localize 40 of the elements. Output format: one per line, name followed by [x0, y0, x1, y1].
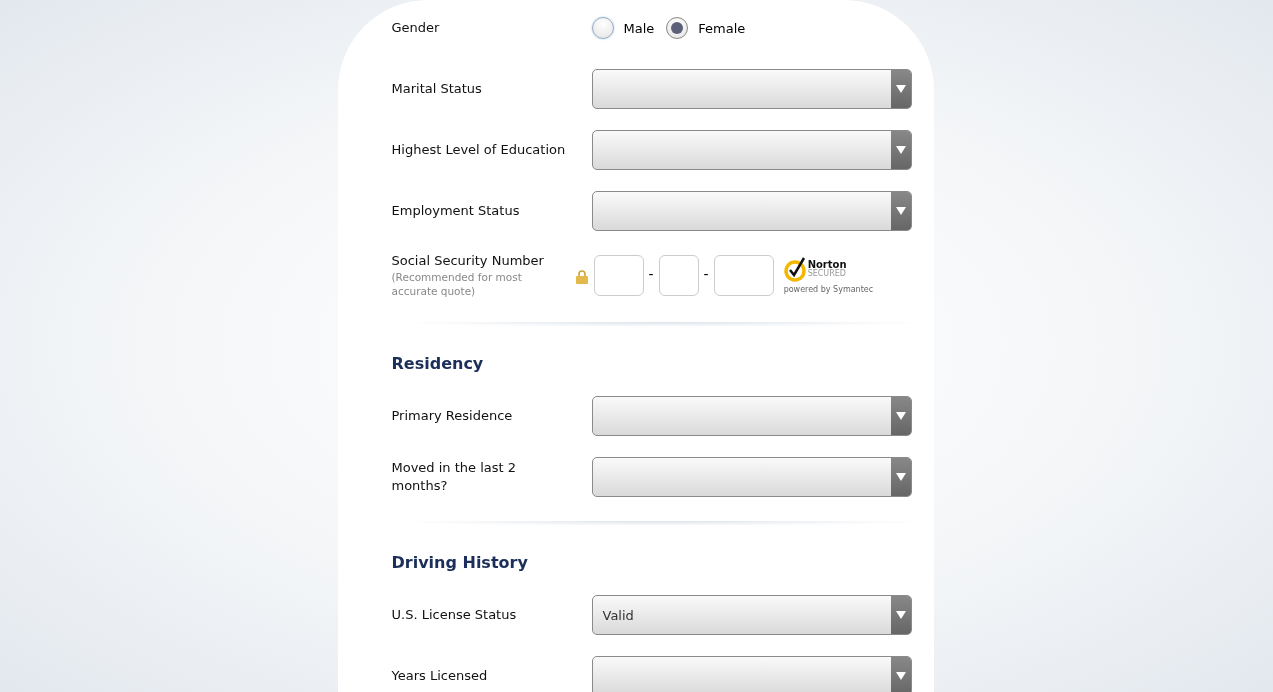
caret-icon — [895, 473, 906, 481]
caret-icon — [895, 611, 906, 619]
section-heading: Residency — [391, 355, 485, 373]
section-heading: Driving History — [391, 554, 529, 572]
caret-icon — [895, 146, 906, 154]
field-label: Marital Status — [391, 80, 483, 98]
badge-name: Norton — [807, 259, 847, 270]
field-label: Employment Status — [391, 202, 521, 220]
dropdown[interactable] — [591, 457, 912, 497]
hint-text: (Recommended for most accurate quote) — [391, 270, 523, 298]
badge-tagline: SECURED — [807, 270, 847, 279]
dropdown[interactable] — [591, 191, 912, 231]
check-icon — [783, 256, 808, 282]
input-field[interactable] — [658, 255, 699, 296]
input-field[interactable] — [593, 255, 644, 296]
radio-label: Male — [623, 20, 655, 36]
radio-label: Female — [698, 20, 746, 36]
dropdown[interactable] — [591, 656, 912, 692]
lock-icon — [575, 270, 588, 284]
separator: - — [703, 266, 709, 282]
caret-icon — [895, 85, 906, 93]
dropdown[interactable]: Valid — [591, 595, 912, 635]
caret-icon — [895, 672, 906, 680]
field-label: Social Security Number — [391, 252, 545, 270]
field-label: U.S. License Status — [391, 606, 518, 624]
radio-button[interactable] — [666, 17, 689, 39]
caret-icon — [895, 207, 906, 215]
radio-button[interactable] — [591, 17, 614, 39]
field-label: Highest Level of Education — [391, 141, 567, 159]
dropdown[interactable] — [591, 69, 912, 109]
caret-icon — [895, 412, 906, 420]
field-label: Primary Residence — [391, 407, 514, 425]
input-field[interactable] — [713, 255, 774, 296]
field-label: Gender — [391, 19, 441, 37]
dropdown[interactable] — [591, 396, 912, 436]
field-label: Years Licensed — [391, 667, 489, 685]
separator: - — [648, 266, 654, 282]
badge-footer: powered by Symantec — [783, 285, 874, 294]
dropdown[interactable] — [591, 130, 912, 170]
field-label: Moved in the last 2 months? — [391, 459, 518, 495]
